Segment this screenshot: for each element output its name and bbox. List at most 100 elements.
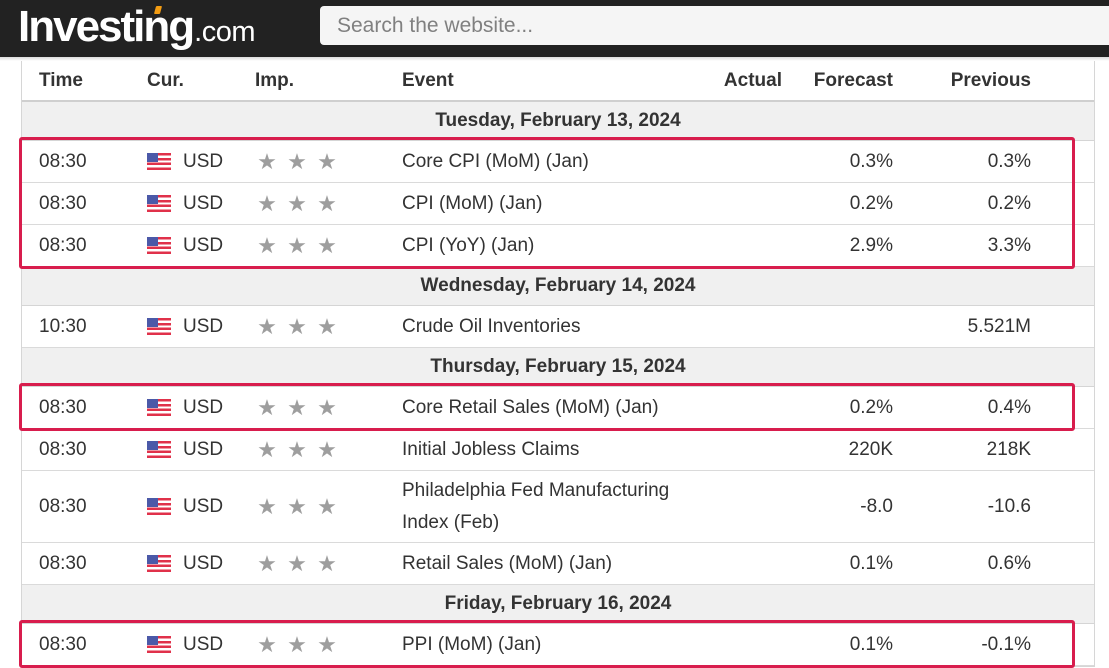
bull-star-icon: ★ — [257, 394, 277, 420]
currency-code: USD — [183, 633, 224, 655]
event-forecast: 0.2% — [849, 192, 893, 214]
importance-rating: ★ ★ ★ — [255, 624, 339, 665]
bull-star-icon: ★ — [287, 394, 307, 420]
importance-rating: ★ ★ ★ — [255, 183, 339, 224]
event-time: 08:30 — [39, 633, 87, 655]
event-previous: -10.6 — [987, 495, 1031, 517]
event-currency: USD — [147, 624, 223, 665]
bull-star-icon: ★ — [287, 631, 307, 657]
event-row[interactable]: 08:30 USD ★ ★ ★ Core Retail Sales (MoM) (Jan)… — [22, 387, 1094, 429]
event-forecast: 220K — [848, 438, 893, 460]
event-previous: -0.1% — [981, 633, 1031, 655]
event-forecast: -8.0 — [860, 495, 893, 517]
event-forecast: 0.2% — [849, 396, 893, 418]
event-previous: 3.3% — [987, 234, 1031, 256]
event-row[interactable]: 08:30 USD ★ ★ ★ CPI (YoY) (Jan) 2.9% 3.3% — [22, 225, 1094, 267]
event-time: 08:30 — [39, 192, 87, 214]
importance-rating: ★ ★ ★ — [255, 225, 339, 266]
event-time: 08:30 — [39, 552, 87, 574]
importance-stars: ★ ★ ★ — [255, 232, 339, 258]
importance-rating: ★ ★ ★ — [255, 387, 339, 428]
date-label: Tuesday, February 13, 2024 — [435, 110, 681, 131]
event-currency: USD — [147, 306, 223, 347]
event-row[interactable]: 08:30 USD ★ ★ ★ Philadelphia Fed Manufacturin… — [22, 471, 1094, 543]
bull-star-icon: ★ — [257, 190, 277, 216]
event-row[interactable]: 08:30 USD ★ ★ ★ PPI (MoM) (Jan) 0.1% -0.1% — [22, 624, 1094, 666]
bull-star-icon: ★ — [317, 493, 337, 519]
date-label: Thursday, February 15, 2024 — [430, 356, 686, 377]
column-header-importance[interactable]: Imp. — [255, 61, 294, 100]
column-header-event[interactable]: Event — [402, 61, 712, 100]
column-header-currency[interactable]: Cur. — [147, 61, 184, 100]
bull-star-icon: ★ — [317, 436, 337, 462]
event-row[interactable]: 08:30 USD ★ ★ ★ CPI (MoM) (Jan) 0.2% 0.2% — [22, 183, 1094, 225]
event-row[interactable]: 08:30 USD ★ ★ ★ Initial Jobless Claims 220K 218… — [22, 429, 1094, 471]
event-name[interactable]: Retail Sales (MoM) (Jan) — [402, 543, 712, 584]
us-flag-icon — [147, 636, 171, 653]
event-forecast: 2.9% — [849, 234, 893, 256]
us-flag-icon — [147, 195, 171, 212]
currency-code: USD — [183, 192, 224, 214]
bull-star-icon: ★ — [317, 313, 337, 339]
event-previous: 0.2% — [987, 192, 1031, 214]
importance-rating: ★ ★ ★ — [255, 543, 339, 584]
event-currency: USD — [147, 471, 223, 542]
top-navigation-bar: Investing .com — [0, 0, 1109, 57]
event-name[interactable]: Philadelphia Fed Manufacturing Index (Fe… — [402, 471, 712, 542]
column-header-time[interactable]: Time — [39, 61, 83, 100]
logo-tld-text: .com — [194, 16, 255, 48]
bull-star-icon: ★ — [257, 232, 277, 258]
table-header-row: Time Cur. Imp. Event Actual Forecast Pre… — [22, 61, 1094, 102]
currency-code: USD — [183, 315, 224, 337]
importance-rating: ★ ★ ★ — [255, 471, 339, 542]
importance-stars: ★ ★ ★ — [255, 631, 339, 657]
currency-code: USD — [183, 396, 224, 418]
date-row: Friday, February 16, 2024 — [22, 585, 1094, 624]
event-name[interactable]: Core Retail Sales (MoM) (Jan) — [402, 387, 712, 428]
us-flag-icon — [147, 555, 171, 572]
us-flag-icon — [147, 498, 171, 515]
event-row[interactable]: 08:30 USD ★ ★ ★ Core CPI (MoM) (Jan) 0.3% 0.3% — [22, 141, 1094, 183]
event-previous: 0.6% — [987, 552, 1031, 574]
event-currency: USD — [147, 141, 223, 182]
column-header-forecast[interactable]: Forecast — [814, 61, 893, 100]
importance-rating: ★ ★ ★ — [255, 429, 339, 470]
currency-code: USD — [183, 552, 224, 574]
bull-star-icon: ★ — [257, 631, 277, 657]
bull-star-icon: ★ — [287, 550, 307, 576]
us-flag-icon — [147, 153, 171, 170]
importance-stars: ★ ★ ★ — [255, 436, 339, 462]
event-time: 08:30 — [39, 396, 87, 418]
column-header-previous[interactable]: Previous — [951, 61, 1031, 100]
event-name[interactable]: PPI (MoM) (Jan) — [402, 624, 712, 665]
event-name[interactable]: Crude Oil Inventories — [402, 306, 712, 347]
event-name[interactable]: Initial Jobless Claims — [402, 429, 712, 470]
us-flag-icon — [147, 237, 171, 254]
importance-stars: ★ ★ ★ — [255, 313, 339, 339]
importance-stars: ★ ★ ★ — [255, 190, 339, 216]
us-flag-icon — [147, 318, 171, 335]
event-name[interactable]: CPI (MoM) (Jan) — [402, 183, 712, 224]
event-forecast: 0.1% — [849, 633, 893, 655]
importance-rating: ★ ★ ★ — [255, 141, 339, 182]
investing-logo[interactable]: Investing .com — [18, 2, 255, 52]
logo-brand-text: Investing — [18, 2, 195, 51]
importance-stars: ★ ★ ★ — [255, 148, 339, 174]
event-time: 08:30 — [39, 438, 87, 460]
event-row[interactable]: 10:30 USD ★ ★ ★ Crude Oil Inventories 5.521M — [22, 306, 1094, 348]
importance-rating: ★ ★ ★ — [255, 306, 339, 347]
event-name[interactable]: CPI (YoY) (Jan) — [402, 225, 712, 266]
event-row[interactable]: 08:30 USD ★ ★ ★ Retail Sales (MoM) (Jan) 0.1% 0… — [22, 543, 1094, 585]
search-input[interactable] — [320, 6, 1109, 45]
event-forecast: 0.3% — [849, 150, 893, 172]
currency-code: USD — [183, 150, 224, 172]
column-header-actual[interactable]: Actual — [724, 61, 782, 100]
bull-star-icon: ★ — [287, 232, 307, 258]
event-name[interactable]: Core CPI (MoM) (Jan) — [402, 141, 712, 182]
bull-star-icon: ★ — [257, 436, 277, 462]
date-row: Tuesday, February 13, 2024 — [22, 102, 1094, 141]
bull-star-icon: ★ — [317, 550, 337, 576]
event-previous: 0.3% — [987, 150, 1031, 172]
importance-stars: ★ ★ ★ — [255, 394, 339, 420]
bull-star-icon: ★ — [257, 148, 277, 174]
